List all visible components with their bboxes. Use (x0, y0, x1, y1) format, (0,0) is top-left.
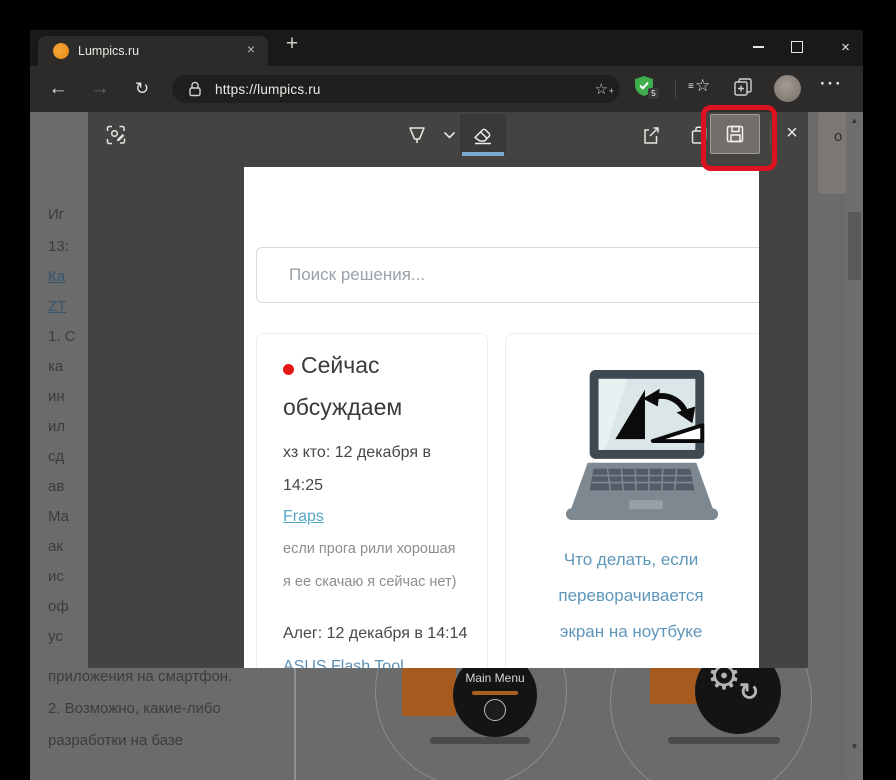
main-menu-mini-icon (484, 699, 506, 721)
star-icon: ☆ (594, 80, 608, 98)
selected-tool-indicator (462, 152, 504, 156)
dimmed-column-divider (294, 668, 296, 780)
dimmed-text-line: ка (48, 358, 64, 375)
dimmed-text-line: 1. С (48, 328, 76, 345)
dimmed-text-line: 13: (48, 238, 69, 255)
dimmed-text-line: ил (48, 418, 66, 435)
tab-close-icon[interactable]: × (240, 41, 262, 61)
dimmed-text-line: ус (48, 628, 63, 645)
post-meta: 14:25 (283, 477, 324, 494)
star-icon: ☆ (695, 76, 711, 95)
card-title-line2: обсуждаем (283, 394, 403, 420)
dimmed-text-line: ин (48, 388, 65, 405)
site-favicon-icon (53, 43, 69, 59)
tab-strip: Lumpics.ru × + × (30, 30, 863, 66)
search-input: Поиск решения... (256, 247, 759, 303)
post-text: я ее скачаю я сейчас нет) (283, 574, 457, 590)
web-capture-button[interactable] (103, 122, 129, 148)
dimmed-text-line: Иг (48, 206, 65, 223)
url-text: https://lumpics.ru (215, 81, 321, 97)
window-close-button[interactable]: × (827, 30, 864, 64)
post-link-asus: ASUS Flash Tool (283, 658, 404, 668)
red-highlight-annotation (701, 105, 777, 171)
scrollbar-thumb[interactable] (848, 212, 861, 280)
settings-menu-button[interactable]: ··· (820, 74, 843, 94)
extension-shield-button[interactable]: 5 (634, 75, 662, 103)
main-menu-label: Main Menu (465, 671, 525, 685)
capture-close-button[interactable]: × (778, 119, 806, 147)
plus-icon: + (608, 85, 614, 96)
collections-button[interactable] (732, 76, 756, 100)
laptop-rotate-illustration (565, 369, 719, 521)
extension-badge: 5 (648, 88, 659, 99)
lock-icon (189, 81, 201, 97)
forward-button[interactable]: → (86, 75, 114, 103)
scroll-down-icon[interactable]: ▼ (846, 742, 863, 751)
article-link-line1: Что делать, если (563, 550, 699, 569)
dimmed-link: ZT (48, 298, 67, 315)
dimmed-text-line: приложения на смартфон. (48, 668, 233, 685)
menu-lines-icon: ≡ (688, 81, 694, 92)
dimmed-caption (668, 737, 780, 744)
minimize-button[interactable] (740, 30, 777, 64)
tab-title: Lumpics.ru (78, 44, 140, 58)
share-button[interactable] (638, 122, 664, 148)
search-placeholder: Поиск решения... (289, 265, 426, 284)
maximize-icon (790, 41, 803, 53)
web-capture-icon (106, 125, 126, 145)
profile-avatar[interactable] (774, 75, 801, 102)
article-card: Что делать, если переворачивается экран … (505, 333, 759, 668)
toolbar-separator (675, 79, 676, 99)
dimmed-text-line: ис (48, 568, 64, 585)
maximize-button[interactable] (778, 30, 815, 64)
share-icon (644, 127, 659, 144)
back-button[interactable]: ← (44, 75, 72, 103)
article-link-line2: переворачивается (558, 586, 704, 605)
captured-page-preview: Поиск решения... Сейчас обсуждаем хз кто… (244, 167, 759, 668)
dimmed-text-line: ав (48, 478, 65, 495)
favorites-button[interactable]: ≡ ☆ (688, 75, 716, 103)
dimmed-caption (430, 737, 530, 744)
post-link-fraps: Fraps (283, 508, 324, 525)
dimmed-text-line: Ма (48, 508, 70, 525)
post-meta: хз кто: 12 декабря в (283, 444, 431, 461)
address-bar[interactable]: https://lumpics.ru ☆ + (172, 75, 620, 103)
chevron-down-icon (443, 131, 455, 139)
dimmed-text-line: оф (48, 598, 69, 615)
main-menu-subtext (472, 691, 518, 695)
page-area: Иг 13: Ка ZT 1. С ка ин ил сд ав Ма ак и… (30, 112, 863, 780)
pen-options-dropdown[interactable] (436, 122, 462, 148)
dimmed-text-line: разработки на базе (48, 732, 183, 749)
web-capture-overlay: × Поиск решения... Сейчас обсуждаем хз к… (88, 112, 808, 668)
dimmed-side-letter: о (834, 128, 843, 145)
minimize-icon (753, 46, 764, 48)
dimmed-text-line: ак (48, 538, 63, 555)
article-link-line3: экран на ноутбуке (559, 622, 703, 641)
add-favorite-button[interactable]: ☆ + (594, 80, 614, 98)
post-text: если прога рили хорошая (283, 541, 456, 557)
page-scrollbar[interactable]: ▲ ▼ (846, 112, 863, 780)
refresh-button[interactable]: ↻ (128, 75, 156, 103)
erase-button-selected[interactable] (460, 114, 506, 154)
pen-icon (409, 127, 425, 143)
collections-icon (734, 78, 752, 96)
draw-pen-button[interactable] (404, 122, 430, 148)
eraser-icon (474, 128, 491, 145)
tab-lumpics[interactable]: Lumpics.ru × (38, 36, 268, 66)
sync-icon: ↻ (739, 679, 760, 706)
dimmed-link: Ка (48, 268, 66, 285)
discussion-card: Сейчас обсуждаем хз кто: 12 декабря в 14… (256, 333, 488, 668)
new-tab-button[interactable]: + (278, 32, 306, 62)
post-meta: Алег: 12 декабря в 14:14 (283, 625, 468, 642)
scroll-up-icon[interactable]: ▲ (846, 116, 863, 125)
red-dot-icon (283, 364, 294, 375)
screenshot-stage: Lumpics.ru × + × ← → ↻ https://lumpics.r… (0, 0, 896, 780)
dimmed-side-panel (818, 112, 848, 194)
dimmed-text-line: 2. Возможно, какие-либо (48, 700, 221, 717)
browser-window: Lumpics.ru × + × ← → ↻ https://lumpics.r… (30, 30, 863, 780)
card-title-line1: Сейчас (301, 352, 380, 378)
dimmed-text-line: сд (48, 448, 65, 465)
